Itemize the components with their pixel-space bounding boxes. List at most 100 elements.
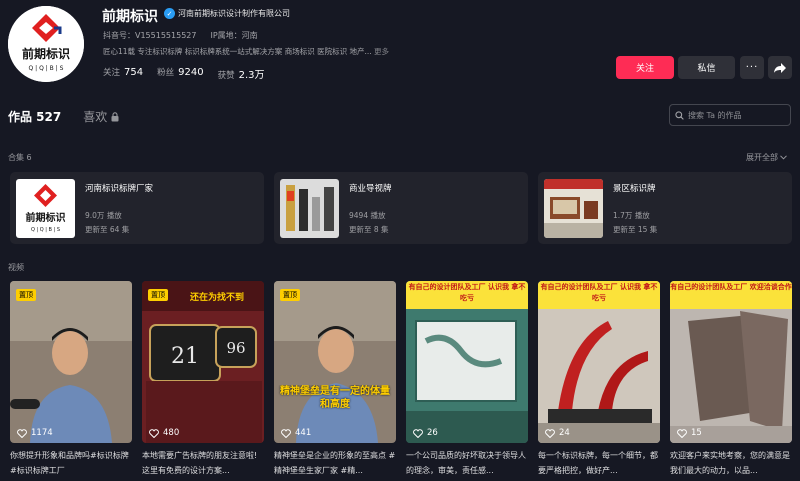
like-count-value: 441 <box>295 428 312 438</box>
profile-meta: 抖音号：V15515515527 IP属地：河南 <box>103 30 258 41</box>
video-cover <box>10 281 132 443</box>
like-count-value: 480 <box>163 428 180 438</box>
heart-icon <box>281 428 291 438</box>
share-icon <box>774 62 786 73</box>
pinned-badge: 置顶 <box>148 289 168 301</box>
video-overlay-text: 还在为找不到 <box>189 291 244 303</box>
collection-thumbnail <box>544 179 603 238</box>
brand-logo-icon: 前期标识 Q | Q | B | S <box>16 179 75 238</box>
collection-updates: 更新至 15 集 <box>613 225 658 234</box>
collection-title: 商业导视牌 <box>349 184 392 194</box>
stat-likes: 获赞 2.3万 <box>217 70 265 81</box>
scenic-sign-photo <box>544 179 603 238</box>
heart-icon <box>677 428 687 438</box>
video-cover: 有自己的设计团队及工厂 认识我 拿不吃亏 <box>406 281 528 443</box>
profile-header: 前期标识 Q | Q | B | S 前期标识 ✓ 河南前期标识设计制作有限公司… <box>0 0 800 92</box>
like-count-value: 15 <box>691 428 702 438</box>
share-button[interactable] <box>768 56 792 79</box>
like-count: 480 <box>149 428 179 438</box>
like-count: 24 <box>545 428 570 438</box>
heart-icon <box>17 428 27 438</box>
video-cover: 21 96 还在为找不到 <box>142 281 264 443</box>
video-caption: 一个公司品质的好坏取决于领导人的理念，审美，责任感... <box>406 451 526 475</box>
avatar[interactable]: 前期标识 Q | Q | B | S <box>8 6 84 82</box>
red-sculpture-thumbnail: 有自己的设计团队及工厂 认识我 拿不吃亏 <box>538 281 660 443</box>
video-caption: 你想提升形象和品牌吗#标识标牌 #标识标牌工厂 <box>10 451 129 475</box>
search-icon <box>675 110 684 120</box>
tab-works[interactable]: 作品 527 <box>8 108 61 125</box>
collections-label: 合集 6 <box>8 153 32 162</box>
tab-likes[interactable]: 喜欢 <box>83 108 119 125</box>
bio-text: 匠心11载 专注标识标牌 标识标牌系统一站式解决方案 商场标识 医院标识 地产.… <box>103 47 372 56</box>
search-input[interactable] <box>688 110 788 120</box>
video-overlay-text: 有自己的设计团队及工厂 认识我 拿不吃亏 <box>540 283 658 302</box>
collection-card[interactable]: 商业导视牌 9494 播放 更新至 8 集 <box>274 172 528 244</box>
pinned-badge: 置顶 <box>280 289 300 301</box>
douyin-id: 抖音号：V15515515527 <box>103 31 197 40</box>
heart-icon <box>149 428 159 438</box>
chevron-down-icon <box>780 155 787 160</box>
video-overlay-text: 有自己的设计团队及工厂 认识我 拿不吃亏 <box>408 283 526 302</box>
video-overlay-text: 有自己的设计团队及工厂 欢迎洽谈合作 <box>670 283 792 291</box>
collection-card[interactable]: 前期标识 Q | Q | B | S 河南标识标牌厂家 9.0万 播放 更新至 … <box>10 172 264 244</box>
verified-icon: ✓ <box>164 8 175 19</box>
video-caption: 精神堡垒是企业的形象的至高点 #精神堡垒生家厂家 #精... <box>274 451 396 475</box>
signage-photo <box>280 179 339 238</box>
collection-card[interactable]: 景区标识牌 1.7万 播放 更新至 15 集 <box>538 172 792 244</box>
verified-org: 河南前期标识设计制作有限公司 <box>178 9 290 18</box>
videos-label: 视频 <box>8 263 24 272</box>
heart-icon <box>545 428 555 438</box>
collection-updates: 更新至 64 集 <box>85 225 130 234</box>
collection-title: 河南标识标牌厂家 <box>85 184 154 194</box>
message-button[interactable]: 私信 <box>678 56 735 79</box>
door-number: 96 <box>226 339 245 357</box>
verification: ✓ 河南前期标识设计制作有限公司 <box>164 8 290 19</box>
map-sign-thumbnail: 有自己的设计团队及工厂 认识我 拿不吃亏 <box>406 281 528 443</box>
pinned-badge: 置顶 <box>16 289 36 301</box>
profile-bio: 匠心11载 专注标识标牌 标识标牌系统一站式解决方案 商场标识 医院标识 地产.… <box>103 46 389 57</box>
presenter-thumbnail <box>10 281 132 443</box>
video-cover: 有自己的设计团队及工厂 欢迎洽谈合作 <box>670 281 792 443</box>
expand-all-label: 展开全部 <box>746 153 778 162</box>
collection-plays: 9.0万 播放 <box>85 211 122 220</box>
video-overlay-text: 精神堡垒是有一定的体量和高度 <box>280 386 390 410</box>
door-number: 21 <box>171 344 199 369</box>
works-search[interactable] <box>669 104 791 126</box>
profile-name: 前期标识 <box>102 9 158 25</box>
video-caption: 本地需要广告标牌的朋友注意啦! 这里有免费的设计方案... <box>142 451 258 475</box>
presenter-thumbnail: 精神堡垒是有一定的体量和高度 <box>274 281 396 443</box>
tab-likes-label: 喜欢 <box>83 110 108 124</box>
stat-following[interactable]: 关注 754 <box>103 66 143 81</box>
bio-more-link[interactable]: 更多 <box>374 47 389 56</box>
ip-location: IP属地：河南 <box>210 31 258 40</box>
svg-text:Q | Q | B | S: Q | Q | B | S <box>31 227 60 233</box>
like-count-value: 24 <box>559 428 570 438</box>
like-count: 441 <box>281 428 311 438</box>
stat-followers[interactable]: 粉丝 9240 <box>157 66 203 81</box>
heart-icon <box>413 428 423 438</box>
profile-stats: 关注 754 粉丝 9240 获赞 2.3万 <box>103 66 265 81</box>
like-count-value: 26 <box>427 428 438 438</box>
svg-text:Q | Q | B | S: Q | Q | B | S <box>29 65 64 72</box>
profile-tabs: 作品 527 喜欢 <box>8 108 119 125</box>
collection-thumbnail: 前期标识 Q | Q | B | S <box>16 179 75 238</box>
more-button[interactable]: ··· <box>740 56 764 79</box>
collection-plays: 9494 播放 <box>349 211 386 220</box>
expand-all-link[interactable]: 展开全部 <box>746 152 787 163</box>
collection-plays: 1.7万 播放 <box>613 211 650 220</box>
video-caption: 每一个标识标牌，每一个细节，都要严格把控，做好产... <box>538 451 658 475</box>
follow-button[interactable]: 关注 <box>616 56 674 79</box>
like-count-value: 1174 <box>31 428 53 438</box>
collection-updates: 更新至 8 集 <box>349 225 389 234</box>
metal-panel-thumbnail: 有自己的设计团队及工厂 欢迎洽谈合作 <box>670 281 792 443</box>
door-plate-thumbnail: 21 96 还在为找不到 <box>142 281 264 443</box>
collection-title: 景区标识牌 <box>613 184 656 194</box>
video-cover: 精神堡垒是有一定的体量和高度 <box>274 281 396 443</box>
video-cover: 有自己的设计团队及工厂 认识我 拿不吃亏 <box>538 281 660 443</box>
brand-logo-icon: 前期标识 Q | Q | B | S <box>8 6 84 82</box>
svg-text:前期标识: 前期标识 <box>22 46 70 61</box>
like-count: 1174 <box>17 428 53 438</box>
lock-icon <box>111 111 119 121</box>
video-caption: 欢迎客户来实地考察，您的满意是我们最大的动力，以品... <box>670 451 790 475</box>
svg-text:前期标识: 前期标识 <box>26 211 66 224</box>
